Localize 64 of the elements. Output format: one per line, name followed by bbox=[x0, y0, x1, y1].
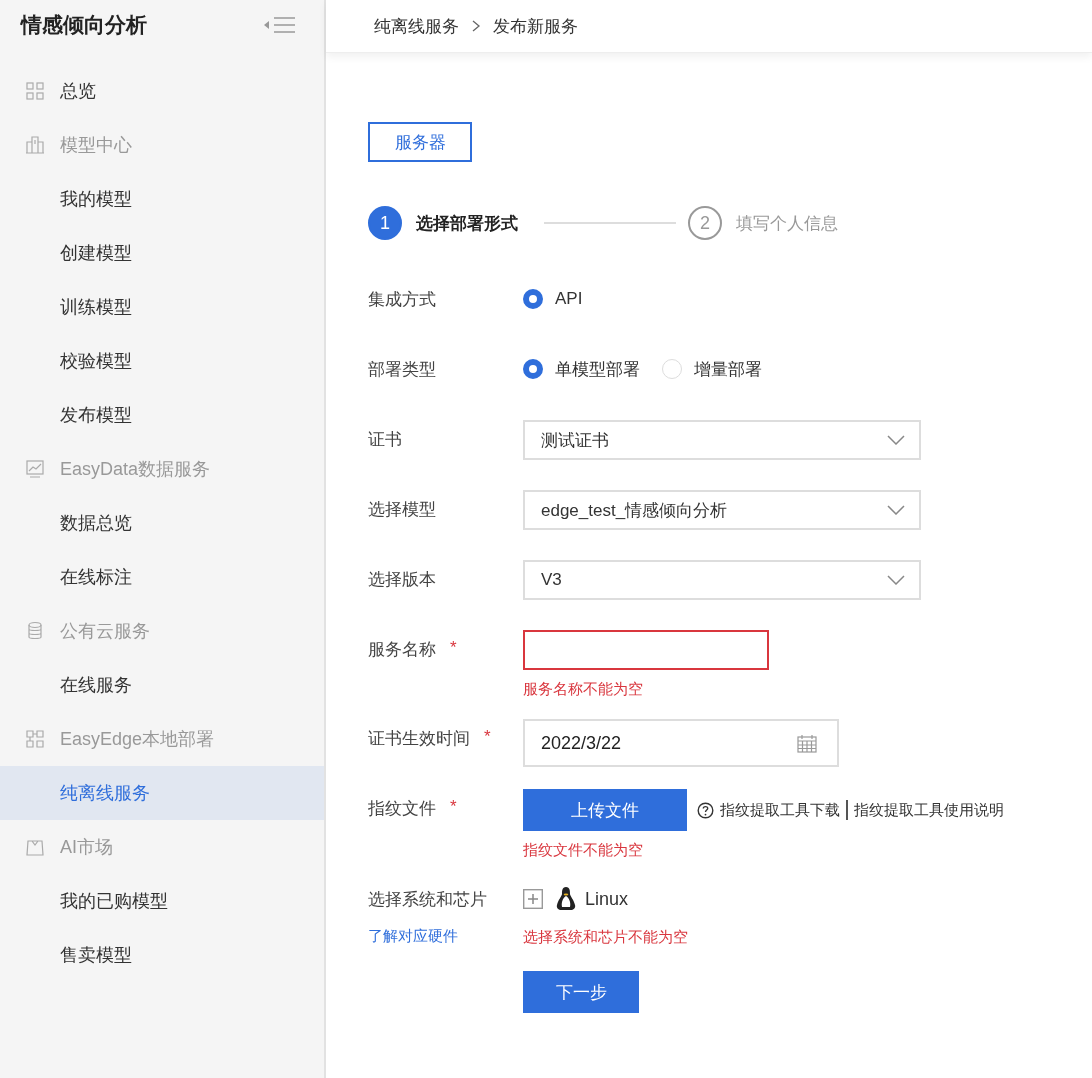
calendar-icon bbox=[797, 733, 817, 753]
nav-item[interactable]: 在线服务 bbox=[0, 658, 324, 712]
required-mark: * bbox=[450, 797, 457, 818]
breadcrumb-item[interactable]: 发布新服务 bbox=[493, 14, 578, 38]
form-label: 选择系统和芯片 bbox=[368, 889, 487, 911]
form-label: 选择模型 bbox=[368, 499, 436, 521]
error-message: 选择系统和芯片不能为空 bbox=[523, 928, 688, 947]
next-button[interactable]: 下一步 bbox=[523, 971, 639, 1013]
error-message: 服务名称不能为空 bbox=[523, 680, 644, 699]
chevron-down-icon bbox=[887, 575, 905, 585]
nav-item[interactable]: 我的已购模型 bbox=[0, 874, 324, 928]
tool-link[interactable]: 指纹提取工具下载 bbox=[720, 800, 840, 820]
select-field[interactable]: edge_test_情感倾向分析 bbox=[523, 490, 921, 530]
nav-item[interactable]: 数据总览 bbox=[0, 496, 324, 550]
nav-item[interactable]: 发布模型 bbox=[0, 388, 324, 442]
building-icon bbox=[25, 135, 45, 155]
nav-item[interactable]: 我的模型 bbox=[0, 172, 324, 226]
breadcrumb-item[interactable]: 纯离线服务 bbox=[374, 14, 459, 38]
tool-link[interactable]: 指纹提取工具使用说明 bbox=[854, 800, 1004, 820]
select-field[interactable]: 测试证书 bbox=[523, 420, 921, 460]
nav-item[interactable]: 创建模型 bbox=[0, 226, 324, 280]
chevron-down-icon bbox=[887, 505, 905, 515]
form-label: 服务名称 bbox=[368, 639, 436, 661]
form-label: 指纹文件 bbox=[368, 798, 436, 820]
radio-option[interactable]: 增量部署 bbox=[662, 357, 762, 381]
form-label: 部署类型 bbox=[368, 359, 436, 381]
nav-item[interactable]: 训练模型 bbox=[0, 280, 324, 334]
error-message: 指纹文件不能为空 bbox=[523, 841, 644, 860]
chart-icon bbox=[25, 459, 45, 479]
os-label: Linux bbox=[585, 888, 629, 910]
database-icon bbox=[25, 621, 45, 641]
chevron-right-icon bbox=[471, 19, 481, 33]
nodes-icon bbox=[25, 729, 45, 749]
nav-item[interactable]: 在线标注 bbox=[0, 550, 324, 604]
penguin-icon bbox=[555, 886, 577, 912]
tab[interactable]: 服务器 bbox=[368, 122, 472, 162]
nav-group[interactable]: 总览 bbox=[0, 64, 324, 118]
form-label: 集成方式 bbox=[368, 289, 436, 311]
expand-checkbox[interactable] bbox=[523, 889, 543, 909]
radio-option[interactable]: 单模型部署 bbox=[523, 357, 640, 381]
step-number: 1 bbox=[368, 206, 402, 240]
radio-option[interactable]: API bbox=[523, 289, 583, 309]
form-label: 证书生效时间 bbox=[368, 728, 470, 750]
hardware-link[interactable]: 了解对应硬件 bbox=[368, 927, 523, 946]
step-label: 填写个人信息 bbox=[736, 212, 838, 235]
step-number: 2 bbox=[688, 206, 722, 240]
help-icon bbox=[697, 801, 714, 819]
required-mark: * bbox=[450, 638, 457, 659]
select-field[interactable]: V3 bbox=[523, 560, 921, 600]
required-mark: * bbox=[484, 727, 491, 748]
nav-item[interactable]: 售卖模型 bbox=[0, 928, 324, 982]
collapse-menu-icon[interactable] bbox=[264, 16, 296, 34]
app-title: 情感倾向分析 bbox=[21, 12, 147, 38]
bag-icon bbox=[25, 837, 45, 857]
step-label: 选择部署形式 bbox=[416, 212, 518, 235]
nav-item[interactable]: 纯离线服务 bbox=[0, 766, 324, 820]
grid-icon bbox=[25, 81, 45, 101]
input-field[interactable] bbox=[523, 630, 769, 670]
form-label: 选择版本 bbox=[368, 569, 436, 591]
nav-item[interactable]: 校验模型 bbox=[0, 334, 324, 388]
upload-button[interactable]: 上传文件 bbox=[523, 789, 687, 831]
date-field[interactable]: 2022/3/22 bbox=[523, 719, 839, 767]
form-label: 证书 bbox=[368, 429, 402, 451]
chevron-down-icon bbox=[887, 435, 905, 445]
